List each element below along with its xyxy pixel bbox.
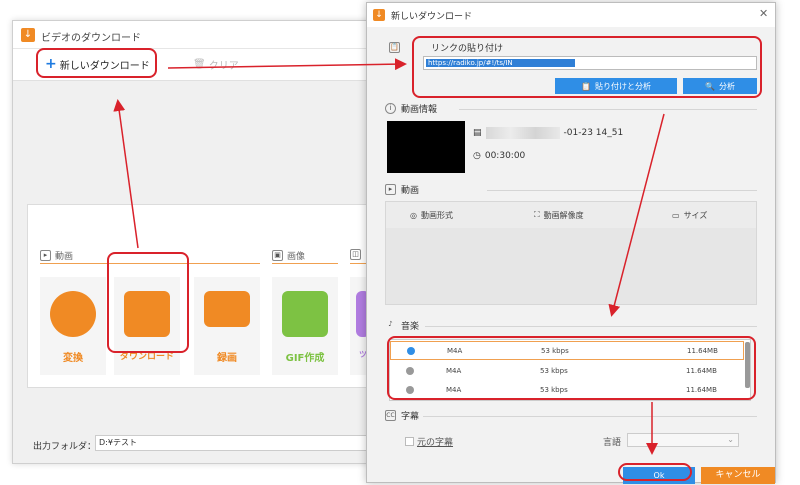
tile-record[interactable]: 録画 (194, 277, 260, 375)
col-video-format-label: 動画形式 (420, 210, 453, 220)
subtitle-section: CC 字幕 (385, 409, 419, 422)
dialog-title: 新しいダウンロード (391, 12, 473, 22)
original-subtitle-checkbox[interactable]: 元の字幕 (405, 435, 453, 448)
feature-panel: ▸ 動画 ▣ 画像 ◫ 変換 ダウンロード 録画 GIF作成 ツ (27, 204, 387, 388)
folder-icon: ▭ (672, 210, 680, 220)
highlight-new-download (36, 48, 157, 78)
dialog-titlebar: ↓ 新しいダウンロード ✕ (367, 3, 775, 27)
language-select[interactable]: ⌄ (627, 433, 739, 447)
subtitle-section-label: 字幕 (401, 412, 420, 422)
language-label: 言語 (603, 438, 622, 448)
film-icon (50, 291, 96, 337)
screen-record-icon (204, 291, 250, 327)
tile-gif[interactable]: GIF作成 (272, 277, 338, 375)
video-info-section: i 動画情報 (385, 102, 437, 115)
category-image-label: 画像 (287, 252, 306, 262)
audio-section: ♪ 音楽 (385, 319, 419, 332)
section-divider (487, 190, 757, 191)
tile-record-label: 録画 (217, 353, 237, 364)
section-divider (425, 326, 757, 327)
category-video: ▸ 動画 (40, 249, 73, 262)
video-info-label: 動画情報 (401, 105, 438, 115)
category-video-label: 動画 (55, 252, 74, 262)
section-divider (423, 416, 757, 417)
highlight-link-area (412, 36, 762, 98)
clipboard-icon: 📋 (389, 42, 400, 53)
main-window-title: ビデオのダウンロード (41, 33, 141, 44)
resolution-icon: ⛶ (534, 210, 540, 219)
video-table-header: ◎ 動画形式 ⛶ 動画解像度 ▭ サイズ (386, 202, 756, 228)
col-size: ▭ サイズ (672, 210, 707, 221)
category-divider (272, 263, 338, 264)
app-logo-icon: ↓ (21, 28, 35, 42)
duration-value: 00:30:00 (484, 151, 526, 161)
highlight-audio-table (387, 336, 756, 400)
tile-convert-label: 変換 (63, 353, 83, 364)
clock-icon: ◷ (473, 151, 481, 161)
image-category-icon: ▣ (272, 250, 283, 261)
tile-convert[interactable]: 変換 (40, 277, 106, 375)
main-window: ↓ ビデオのダウンロード + 新しいダウンロード 🗑 クリア ▸ 動画 ▣ 画像… (12, 20, 392, 464)
video-format-table: ◎ 動画形式 ⛶ 動画解像度 ▭ サイズ (385, 201, 757, 305)
checkbox-icon[interactable] (405, 437, 414, 446)
cancel-button[interactable]: キャンセル (701, 467, 775, 484)
highlight-ok-button (618, 463, 692, 481)
section-divider (459, 109, 757, 110)
cc-icon: CC (385, 410, 396, 421)
image-icon (282, 291, 328, 337)
video-section: ▸ 動画 (385, 183, 419, 196)
video-section-label: 動画 (401, 186, 420, 196)
info-icon: i (385, 103, 396, 114)
app-logo-icon: ↓ (373, 9, 385, 21)
main-titlebar: ↓ ビデオのダウンロード (13, 21, 391, 49)
tile-gif-label: GIF作成 (285, 353, 325, 364)
music-note-icon: ♪ (388, 320, 393, 328)
clear-label: クリア (208, 61, 239, 72)
close-icon[interactable]: ✕ (759, 7, 768, 20)
chevron-down-icon: ⌄ (727, 435, 734, 444)
video-thumbnail (387, 121, 465, 173)
output-folder-input[interactable]: D:¥テスト (95, 435, 391, 451)
trash-icon: 🗑 (193, 59, 206, 70)
duration-row: ◷ 00:30:00 (473, 151, 525, 161)
video-section-icon: ▸ (385, 184, 396, 195)
file-icon: ▤ (473, 128, 482, 138)
audio-section-label: 音楽 (401, 322, 420, 332)
col-resolution: ⛶ 動画解像度 (534, 210, 584, 221)
original-subtitle-label: 元の字幕 (417, 438, 454, 448)
box-category-icon: ◫ (350, 249, 361, 260)
category-image: ▣ 画像 (272, 249, 305, 262)
highlight-download-tile (107, 252, 189, 353)
video-category-icon: ▸ (40, 250, 51, 261)
file-name-suffix: -01-23 14_51 (563, 128, 624, 138)
format-icon: ◎ (410, 210, 417, 220)
col-video-format: ◎ 動画形式 (410, 210, 453, 221)
clear-button[interactable]: 🗑 クリア (193, 57, 239, 72)
col-resolution-label: 動画解像度 (543, 210, 584, 220)
file-name-row: ▤ -01-23 14_51 (473, 127, 623, 139)
category-tool: ◫ (350, 249, 361, 260)
output-folder-label: 出力フォルダ： (33, 442, 97, 452)
file-name-redacted (485, 127, 560, 139)
col-size-label: サイズ (683, 210, 708, 220)
